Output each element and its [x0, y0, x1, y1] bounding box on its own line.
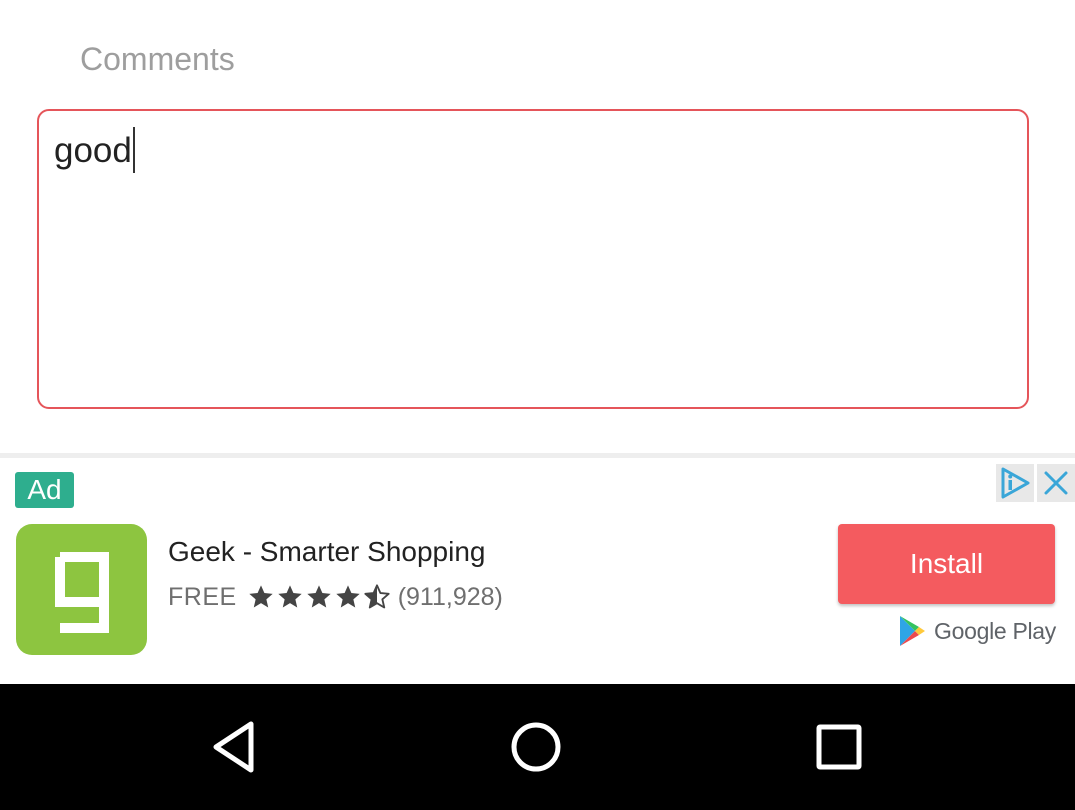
- ad-app-name[interactable]: Geek - Smarter Shopping: [168, 534, 486, 570]
- google-play-badge[interactable]: Google Play: [898, 613, 1056, 649]
- adchoices-icon[interactable]: [996, 464, 1034, 502]
- ad-banner[interactable]: Ad Geek - Smarter Shopping FREE (911,928…: [0, 458, 1075, 684]
- star-icon: [278, 585, 302, 608]
- google-play-icon: [900, 616, 925, 646]
- google-play-label: Google Play: [934, 617, 1056, 644]
- ad-app-price: FREE: [168, 582, 237, 611]
- text-cursor: [132, 126, 135, 173]
- star-icon: [249, 585, 273, 608]
- ad-rating-count: (911,928): [397, 582, 503, 611]
- recents-icon: [816, 724, 862, 770]
- star-icon: [336, 585, 360, 608]
- comments-label: Comments: [80, 41, 235, 77]
- star-icon: [307, 585, 331, 608]
- home-icon: [511, 722, 561, 772]
- rating-stars: [247, 583, 392, 611]
- navigation-bar: [0, 684, 1075, 810]
- comments-text: good: [54, 126, 135, 176]
- install-button[interactable]: Install: [838, 524, 1055, 604]
- ad-app-meta: FREE (911,928): [168, 579, 503, 615]
- geek-app-icon[interactable]: [16, 524, 147, 655]
- back-icon: [213, 721, 254, 773]
- half-star-icon: [364, 584, 390, 609]
- close-icon[interactable]: [1037, 464, 1075, 502]
- back-button[interactable]: [164, 684, 304, 810]
- comments-textarea[interactable]: good: [37, 109, 1029, 409]
- home-button[interactable]: [466, 684, 606, 810]
- comments-value: good: [54, 131, 132, 170]
- ad-badge: Ad: [15, 472, 74, 508]
- recents-button[interactable]: [769, 684, 909, 810]
